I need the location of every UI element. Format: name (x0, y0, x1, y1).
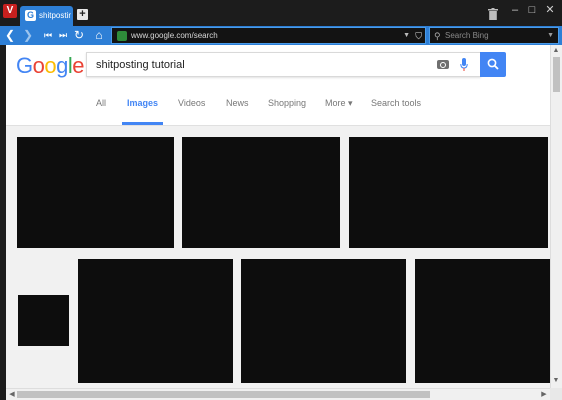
image-result[interactable] (78, 259, 233, 383)
vertical-scrollbar[interactable]: ▲ ▼ (550, 45, 562, 388)
browser-window: V G shitposting t + – □ ✕ ❮ ❯ ⏮ ⏭ ↻ ⌂ ww… (0, 0, 562, 400)
search-engine-dropdown-icon[interactable]: ▼ (547, 29, 554, 43)
tab-title: shitposting t (39, 11, 71, 20)
image-result[interactable] (349, 137, 548, 248)
scroll-right-icon[interactable]: ▶ (539, 391, 549, 399)
url-text[interactable]: www.google.com/search (131, 30, 218, 42)
search-button[interactable] (480, 52, 506, 77)
tab-news[interactable]: News (226, 97, 249, 109)
logo-letter: g (56, 53, 68, 78)
active-tab-indicator (122, 122, 163, 125)
microphone-icon[interactable] (460, 58, 468, 72)
tab-search-tools[interactable]: Search tools (371, 97, 421, 109)
tab-bar: V G shitposting t + – □ ✕ (0, 0, 562, 27)
forward-icon[interactable]: ❯ (21, 28, 35, 43)
logo-letter: G (16, 53, 33, 78)
magnifier-icon (487, 58, 499, 70)
image-result[interactable] (17, 137, 174, 248)
navigation-bar: ❮ ❯ ⏮ ⏭ ↻ ⌂ www.google.com/search ▼ ⛉ ⚲ … (0, 26, 562, 45)
search-tabs: All Images Videos News Shopping More ▾ S… (6, 92, 550, 126)
trash-icon[interactable] (488, 8, 498, 20)
logo-letter: o (44, 53, 57, 78)
horizontal-scroll-thumb[interactable] (17, 391, 430, 398)
rewind-icon[interactable]: ⏮ (41, 28, 55, 43)
address-bar[interactable]: www.google.com/search ▼ ⛉ (111, 27, 426, 44)
image-result[interactable] (241, 259, 406, 383)
page-viewport: Google shitposting tutorial All Images V… (6, 45, 550, 388)
home-icon[interactable]: ⌂ (92, 28, 106, 43)
scrollbar-corner (550, 388, 562, 400)
search-placeholder: Search Bing (445, 31, 489, 40)
lock-icon (117, 31, 127, 41)
new-tab-icon[interactable]: + (77, 9, 88, 20)
tab-all[interactable]: All (96, 97, 106, 109)
url-dropdown-icon[interactable]: ▼ (403, 29, 410, 43)
scroll-up-icon[interactable]: ▲ (551, 47, 561, 55)
logo-letter: e (72, 53, 85, 78)
google-logo[interactable]: Google (16, 53, 85, 79)
reload-icon[interactable]: ↻ (72, 28, 86, 43)
tab-google-search[interactable]: G shitposting t (20, 6, 73, 27)
horizontal-scrollbar[interactable]: ◀ ▶ (6, 388, 550, 400)
search-input[interactable]: shitposting tutorial (86, 52, 481, 77)
tab-videos[interactable]: Videos (178, 97, 205, 109)
tab-images[interactable]: Images (127, 97, 158, 109)
tab-more[interactable]: More ▾ (325, 97, 353, 109)
bookmark-icon[interactable]: ⛉ (415, 29, 422, 43)
close-icon[interactable]: ✕ (543, 3, 557, 17)
logo-letter: o (32, 53, 45, 78)
camera-icon[interactable] (437, 60, 449, 69)
minimize-icon[interactable]: – (508, 3, 522, 17)
fast-forward-icon[interactable]: ⏭ (56, 28, 70, 43)
image-result[interactable] (18, 295, 69, 346)
image-result[interactable] (415, 259, 550, 383)
vivaldi-logo-icon[interactable]: V (3, 4, 17, 18)
search-engine-icon[interactable]: ⚲ (434, 29, 441, 43)
image-result[interactable] (182, 137, 340, 248)
scroll-down-icon[interactable]: ▼ (551, 377, 561, 385)
back-icon[interactable]: ❮ (3, 28, 17, 43)
scroll-left-icon[interactable]: ◀ (7, 391, 17, 399)
tab-shopping[interactable]: Shopping (268, 97, 306, 109)
search-engine-field[interactable]: ⚲ Search Bing ▼ (429, 27, 559, 44)
maximize-icon[interactable]: □ (525, 3, 539, 17)
google-header: Google shitposting tutorial All Images V… (6, 45, 550, 126)
search-query[interactable]: shitposting tutorial (96, 58, 185, 72)
vertical-scroll-thumb[interactable] (553, 57, 560, 92)
google-favicon-icon: G (25, 10, 36, 21)
